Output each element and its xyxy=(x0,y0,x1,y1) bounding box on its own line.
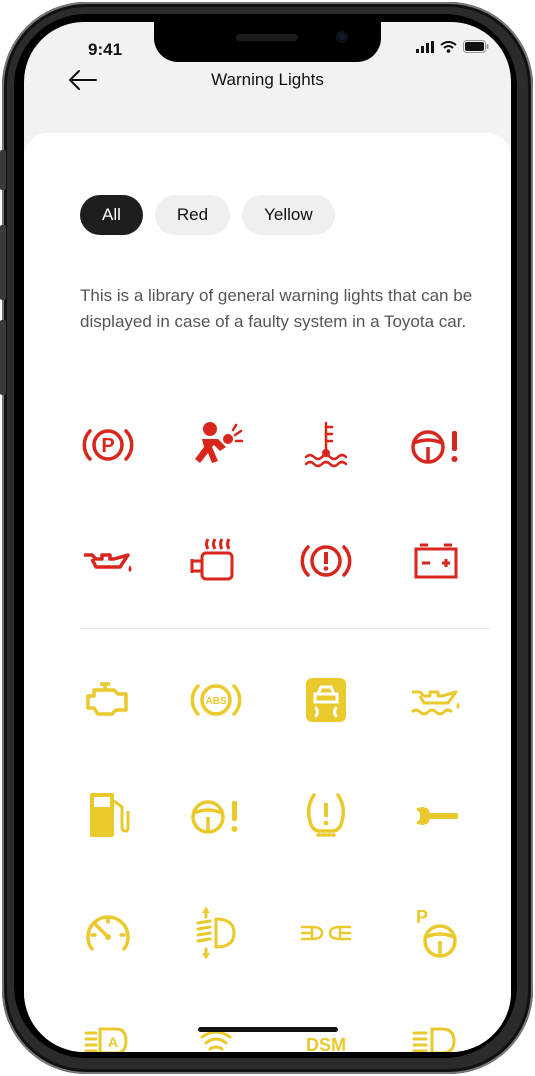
wifi-icon xyxy=(440,40,457,53)
battery-status-icon xyxy=(463,40,489,53)
chip-label: Red xyxy=(176,205,209,224)
filter-chip-yellow[interactable]: Yellow xyxy=(242,195,335,235)
steering-warning-icon[interactable] xyxy=(186,785,246,845)
auto-letter: A xyxy=(108,1034,118,1050)
headlight-level-icon[interactable] xyxy=(186,903,246,963)
volume-down-button xyxy=(0,320,6,395)
oil-pressure-icon[interactable] xyxy=(78,531,138,591)
brake-warning-icon[interactable] xyxy=(296,531,356,591)
parking-brake-icon[interactable]: P xyxy=(78,415,138,475)
mute-switch xyxy=(0,150,6,190)
dsm-icon[interactable]: DSM xyxy=(296,1013,356,1052)
engine-preheat-icon[interactable] xyxy=(186,531,246,591)
section-divider xyxy=(80,628,490,629)
speaker-grille xyxy=(236,34,298,41)
fuel-icon[interactable] xyxy=(78,785,138,845)
filter-chip-red[interactable]: Red xyxy=(154,195,231,235)
oil-level-icon[interactable] xyxy=(406,670,466,730)
tire-pressure-icon[interactable] xyxy=(296,785,356,845)
airbag-icon[interactable] xyxy=(186,415,246,475)
abs-icon[interactable]: ABS xyxy=(186,670,246,730)
check-engine-icon[interactable] xyxy=(78,670,138,730)
filter-chips: All Red Yellow xyxy=(80,195,335,235)
parking-steering-letter: P xyxy=(416,907,428,927)
status-icons xyxy=(416,40,489,53)
dsm-label: DSM xyxy=(306,1035,346,1052)
abs-label: ABS xyxy=(205,696,226,707)
speedometer-icon[interactable] xyxy=(78,903,138,963)
power-steering-icon[interactable] xyxy=(406,415,466,475)
wrench-icon[interactable] xyxy=(406,785,466,845)
parking-letter: P xyxy=(101,435,114,457)
chip-label: Yellow xyxy=(264,205,313,224)
rear-fog-icon[interactable] xyxy=(186,1013,246,1052)
status-time: 9:41 xyxy=(88,40,123,59)
screen: 9:41 Warning Lights All Red Yellow This … xyxy=(24,22,511,1052)
front-camera xyxy=(336,31,348,43)
cellular-signal-icon xyxy=(416,40,434,53)
auto-headlight-icon[interactable]: A xyxy=(78,1013,138,1052)
home-indicator[interactable] xyxy=(198,1027,338,1032)
battery-icon[interactable] xyxy=(406,531,466,591)
chip-label: All xyxy=(102,205,121,224)
notch xyxy=(154,22,381,62)
fog-light-icon[interactable] xyxy=(296,903,356,963)
volume-up-button xyxy=(0,225,6,300)
filter-chip-all[interactable]: All xyxy=(80,195,143,235)
headlight-icon[interactable] xyxy=(406,1013,466,1052)
parking-steering-icon[interactable]: P xyxy=(406,903,466,963)
page-title: Warning Lights xyxy=(211,70,324,89)
coolant-temperature-icon[interactable] xyxy=(296,415,356,475)
traction-control-icon[interactable] xyxy=(296,670,356,730)
main-content: All Red Yellow This is a library of gene… xyxy=(24,133,511,1052)
description-text: This is a library of general warning lig… xyxy=(80,286,473,331)
